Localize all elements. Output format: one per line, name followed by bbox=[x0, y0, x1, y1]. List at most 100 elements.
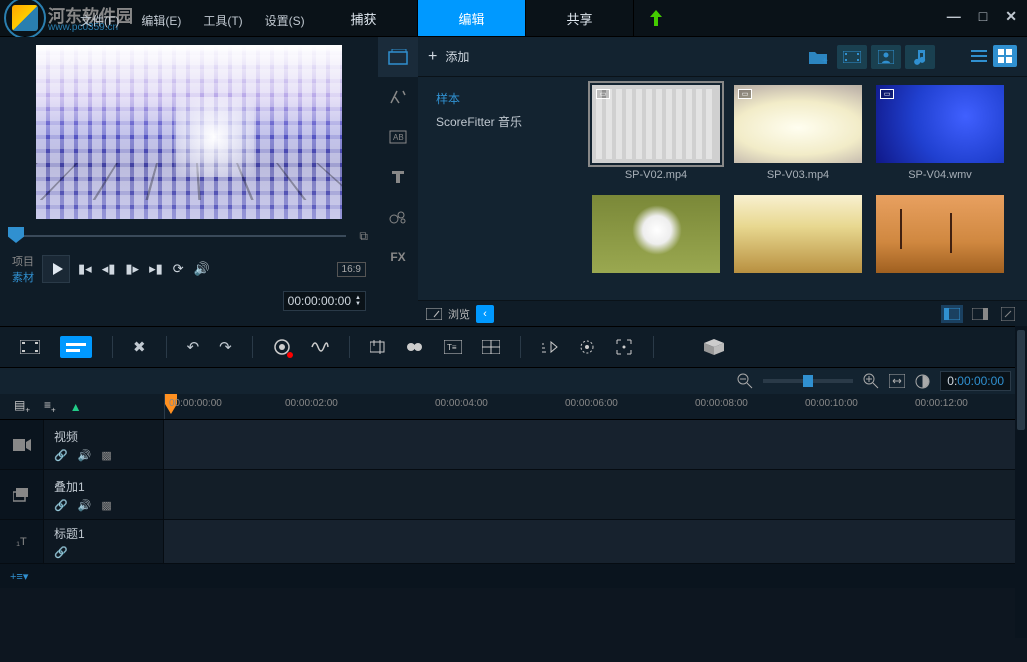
track-overlay[interactable]: 叠加1 🔗 🔊 ▩ bbox=[0, 470, 1027, 520]
crop-button[interactable] bbox=[370, 340, 386, 354]
fit-button[interactable] bbox=[889, 374, 905, 388]
multiview-button[interactable] bbox=[482, 340, 500, 354]
mute-icon[interactable]: 🔊 bbox=[78, 499, 92, 512]
media-item[interactable] bbox=[876, 195, 1004, 279]
tree-sample[interactable]: 样本 bbox=[428, 87, 568, 110]
preview-video[interactable] bbox=[36, 45, 342, 219]
lib-tab-graphics[interactable] bbox=[378, 197, 418, 237]
lib-tab-text[interactable] bbox=[378, 157, 418, 197]
link-icon[interactable]: 🔗 bbox=[54, 499, 68, 512]
timeline-timecode[interactable]: 0:00:00:00 bbox=[940, 371, 1011, 391]
fx-icon[interactable]: ▩ bbox=[101, 449, 111, 462]
play-button[interactable] bbox=[42, 255, 70, 283]
filter-audio-icon[interactable] bbox=[905, 45, 935, 69]
next-frame-button[interactable]: ▮▸ bbox=[125, 261, 139, 277]
lib-tab-titles[interactable]: AB bbox=[378, 117, 418, 157]
scrub-bar[interactable]: ⧉ bbox=[12, 227, 366, 243]
ruler-mark: 00:00:02:00 bbox=[285, 398, 338, 409]
storyboard-button[interactable] bbox=[20, 340, 40, 354]
minimize-button[interactable]: — bbox=[947, 8, 961, 25]
link-icon[interactable]: 🔗 bbox=[54, 546, 68, 559]
record-button[interactable] bbox=[273, 338, 291, 356]
browse-button[interactable]: 浏览 bbox=[426, 306, 470, 322]
tab-share[interactable]: 共享 bbox=[526, 0, 634, 36]
menu-tools[interactable]: 工具(T) bbox=[193, 8, 252, 33]
track-body[interactable] bbox=[164, 520, 1027, 563]
aspect-ratio[interactable]: 16:9 bbox=[337, 262, 366, 277]
clip-label[interactable]: 素材 bbox=[12, 269, 34, 285]
media-item[interactable] bbox=[734, 195, 862, 279]
lib-tab-fx[interactable]: FX bbox=[378, 237, 418, 277]
media-item[interactable]: ▭ SP-V02.mp4 bbox=[592, 85, 720, 181]
add-media-button[interactable]: + 添加 bbox=[428, 48, 469, 66]
scrollbar-thumb[interactable] bbox=[1017, 330, 1025, 430]
loop-button[interactable]: ⟳ bbox=[173, 261, 184, 277]
panel-toggle-2[interactable] bbox=[969, 305, 991, 323]
lib-tab-media[interactable] bbox=[378, 37, 418, 77]
scrub-handle[interactable] bbox=[8, 227, 24, 243]
timeline-button[interactable] bbox=[60, 336, 92, 358]
track-body[interactable] bbox=[164, 470, 1027, 519]
3d-button[interactable] bbox=[704, 339, 724, 355]
mute-icon[interactable]: 🔊 bbox=[78, 449, 92, 462]
maximize-button[interactable]: □ bbox=[979, 8, 987, 25]
upload-icon[interactable] bbox=[640, 0, 672, 36]
media-item[interactable] bbox=[592, 195, 720, 279]
video-track-icon[interactable] bbox=[0, 420, 44, 469]
add-track-button[interactable]: +≡▾ bbox=[10, 570, 28, 583]
go-end-button[interactable]: ▸▮ bbox=[149, 261, 163, 277]
filter-photo-icon[interactable] bbox=[871, 45, 901, 69]
folder-icon[interactable]: + bbox=[803, 45, 833, 69]
track-video[interactable]: 视频 🔗 🔊 ▩ bbox=[0, 420, 1027, 470]
timecode-down[interactable]: ▼ bbox=[355, 301, 361, 307]
timeline-ruler[interactable]: 00:00:00:00 00:00:02:00 00:00:04:00 00:0… bbox=[164, 394, 1027, 419]
marker-button[interactable]: ▲ bbox=[70, 400, 82, 414]
overlay-track-icon[interactable] bbox=[0, 470, 44, 519]
tree-scorefitter[interactable]: ScoreFitter 音乐 bbox=[428, 110, 568, 133]
list-view-button[interactable] bbox=[967, 45, 991, 67]
project-label[interactable]: 项目 bbox=[12, 253, 34, 269]
fx-icon[interactable]: ▩ bbox=[101, 499, 111, 512]
volume-button[interactable]: 🔊 bbox=[194, 261, 210, 277]
filter-video-icon[interactable] bbox=[837, 45, 867, 69]
redo-button[interactable]: ↷ bbox=[219, 338, 232, 356]
browse-label: 浏览 bbox=[448, 306, 470, 322]
menu-settings[interactable]: 设置(S) bbox=[255, 8, 315, 33]
go-start-button[interactable]: ▮◂ bbox=[78, 261, 92, 277]
track-options-1[interactable]: ▤+ bbox=[14, 398, 30, 414]
subtitle-button[interactable]: T≡ bbox=[444, 340, 462, 354]
prev-frame-button[interactable]: ◂▮ bbox=[102, 261, 116, 277]
preview-timecode[interactable]: 00:00:00:00 ▲ ▼ bbox=[283, 291, 366, 311]
collapse-left-button[interactable]: ‹ bbox=[476, 305, 494, 323]
trim-icon[interactable]: ⧉ bbox=[359, 229, 368, 244]
zoom-out-button[interactable] bbox=[737, 373, 753, 389]
undo-button[interactable]: ↶ bbox=[187, 338, 200, 356]
track-name: 标题1 bbox=[54, 525, 153, 542]
media-item[interactable]: ▭ SP-V03.mp4 bbox=[734, 85, 862, 181]
motion-button[interactable] bbox=[541, 340, 559, 354]
tab-capture[interactable]: 捕获 bbox=[310, 0, 418, 36]
edit-button[interactable] bbox=[997, 305, 1019, 323]
lib-tab-transitions[interactable] bbox=[378, 77, 418, 117]
target-button[interactable] bbox=[615, 338, 633, 356]
vertical-scrollbar[interactable] bbox=[1015, 326, 1027, 638]
menu-edit[interactable]: 编辑(E) bbox=[131, 8, 191, 33]
tools-button[interactable]: ✖ bbox=[133, 338, 146, 356]
track-title[interactable]: ₁T 标题1 🔗 bbox=[0, 520, 1027, 564]
menu-file[interactable]: 文件(F) bbox=[70, 8, 129, 33]
pan-zoom-button[interactable] bbox=[406, 340, 424, 354]
media-item[interactable]: ▭ SP-V04.wmv bbox=[876, 85, 1004, 181]
track-options-2[interactable]: ≡+ bbox=[44, 398, 56, 414]
link-icon[interactable]: 🔗 bbox=[54, 449, 68, 462]
audio-mixer-button[interactable] bbox=[311, 339, 329, 355]
zoom-slider[interactable] bbox=[763, 379, 853, 383]
track-motion-button[interactable] bbox=[579, 339, 595, 355]
clock-icon[interactable] bbox=[915, 374, 930, 389]
zoom-in-button[interactable] bbox=[863, 373, 879, 389]
title-track-icon[interactable]: ₁T bbox=[0, 520, 44, 563]
tab-edit[interactable]: 编辑 bbox=[418, 0, 526, 36]
panel-toggle-1[interactable] bbox=[941, 305, 963, 323]
grid-view-button[interactable] bbox=[993, 45, 1017, 67]
track-body[interactable] bbox=[164, 420, 1027, 469]
close-button[interactable]: ✕ bbox=[1005, 8, 1017, 25]
